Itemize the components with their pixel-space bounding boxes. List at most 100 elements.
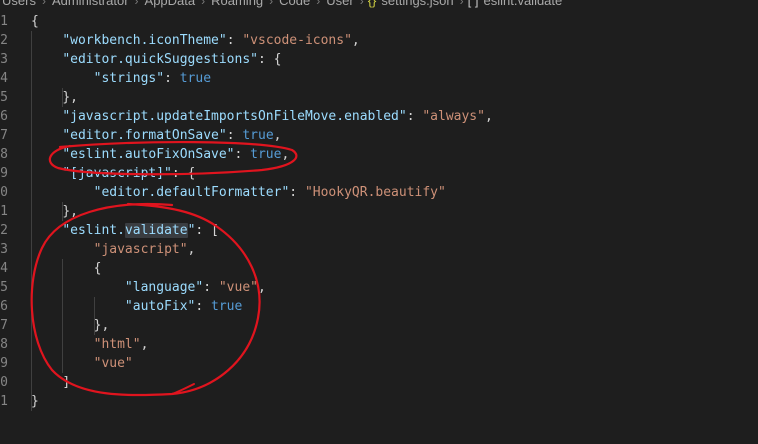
line-number: 20 <box>0 375 8 390</box>
code-token: }, <box>62 90 78 105</box>
chevron-right-icon: › <box>269 0 274 8</box>
code-text[interactable]: ] <box>31 373 70 392</box>
line-number: 11 <box>0 204 8 219</box>
code-line[interactable]: 14 { <box>0 259 758 278</box>
code-text[interactable]: "[javascript]": { <box>31 164 195 183</box>
code-token: , <box>281 147 290 162</box>
code-line[interactable]: 20 ] <box>0 373 758 392</box>
code-token: "editor.quickSuggestions" <box>62 52 258 67</box>
code-text[interactable]: } <box>31 392 39 411</box>
chevron-right-icon: › <box>134 0 139 8</box>
code-text[interactable]: "language": "vue", <box>31 278 266 297</box>
code-text[interactable]: "javascript", <box>31 240 196 259</box>
code-text[interactable]: { <box>31 12 39 31</box>
code-line[interactable]: 7 "editor.formatOnSave": true, <box>0 126 758 145</box>
code-text[interactable]: }, <box>31 202 78 221</box>
code-token: : { <box>257 52 282 67</box>
code-line[interactable]: 15 "language": "vue", <box>0 278 758 297</box>
code-line[interactable]: 19 "vue" <box>0 354 758 373</box>
code-token: : [ <box>195 223 219 238</box>
line-number: 17 <box>0 318 8 333</box>
breadcrumb-item-administrator[interactable]: Administrator <box>50 0 131 9</box>
code-line[interactable]: 10 "editor.defaultFormatter": "HookyQR.b… <box>0 183 758 202</box>
breadcrumb-item-users[interactable]: Users <box>0 0 38 9</box>
code-token: "javascript.updateImportsOnFileMove.enab… <box>62 109 407 124</box>
code-text[interactable]: }, <box>31 88 78 107</box>
breadcrumb-item-code[interactable]: Code <box>277 0 312 9</box>
code-token: "strings" <box>93 71 165 86</box>
line-number: 6 <box>0 109 8 124</box>
line-number: 18 <box>0 337 8 352</box>
code-token: : <box>226 33 243 48</box>
code-text[interactable]: "editor.formatOnSave": true, <box>31 126 281 145</box>
code-line[interactable]: 5 }, <box>0 88 758 107</box>
code-line[interactable]: 3 "editor.quickSuggestions": { <box>0 50 758 69</box>
code-editor[interactable]: Users › Administrator › AppData › Roamin… <box>0 0 758 444</box>
array-symbol-icon: [ ] <box>467 0 479 8</box>
code-line[interactable]: 17 }, <box>0 316 758 335</box>
code-token: "always" <box>422 109 485 124</box>
code-text[interactable]: "eslint.validate": [ <box>31 221 219 240</box>
code-line[interactable]: 4 "strings": true <box>0 69 758 88</box>
code-line[interactable]: 12 "eslint.validate": [ <box>0 221 758 240</box>
code-token: : <box>289 185 305 200</box>
line-number: 8 <box>0 147 8 162</box>
code-line[interactable]: 2 "workbench.iconTheme": "vscode-icons", <box>0 31 758 50</box>
code-text[interactable]: "editor.defaultFormatter": "HookyQR.beau… <box>31 183 446 202</box>
code-line[interactable]: 9 "[javascript]": { <box>0 164 758 183</box>
code-line[interactable]: 8 "eslint.autoFixOnSave": true, <box>0 145 758 164</box>
code-text[interactable]: "autoFix": true <box>31 297 242 316</box>
code-text[interactable]: "workbench.iconTheme": "vscode-icons", <box>31 31 360 50</box>
code-text[interactable]: "html", <box>31 335 149 354</box>
line-number: 21 <box>0 394 8 409</box>
code-text[interactable]: }, <box>31 316 110 335</box>
line-number: 14 <box>0 261 8 276</box>
breadcrumb-item-user[interactable]: User <box>324 0 355 9</box>
line-number: 3 <box>0 52 8 67</box>
breadcrumb-item-file[interactable]: settings.json <box>379 0 455 9</box>
chevron-right-icon: › <box>201 0 206 8</box>
breadcrumb-item-roaming[interactable]: Roaming <box>209 0 265 9</box>
code-text[interactable]: "javascript.updateImportsOnFileMove.enab… <box>31 107 492 126</box>
code-text[interactable]: "vue" <box>31 354 133 373</box>
code-text[interactable]: "editor.quickSuggestions": { <box>31 50 281 69</box>
chevron-right-icon: › <box>459 0 464 8</box>
breadcrumb-item-symbol[interactable]: eslint.validate <box>481 0 564 9</box>
code-line[interactable]: 13 "javascript", <box>0 240 758 259</box>
code-token: : <box>164 71 180 86</box>
code-text[interactable]: "eslint.autoFixOnSave": true, <box>31 145 289 164</box>
line-number: 12 <box>0 223 8 238</box>
code-token: : <box>195 299 212 314</box>
code-line[interactable]: 11 }, <box>0 202 758 221</box>
code-token: , <box>351 33 360 48</box>
code-line[interactable]: 6 "javascript.updateImportsOnFileMove.en… <box>0 107 758 126</box>
line-number: 15 <box>0 280 8 295</box>
code-token: , <box>140 337 149 352</box>
code-line[interactable]: 1{ <box>0 12 758 31</box>
line-number: 16 <box>0 299 8 314</box>
code-line[interactable]: 21} <box>0 392 758 411</box>
chevron-right-icon: › <box>359 0 364 8</box>
code-token: } <box>31 394 39 409</box>
code-token: validate <box>124 223 188 238</box>
code-token: { <box>31 14 39 29</box>
code-line[interactable]: 18 "html", <box>0 335 758 354</box>
code-token: : <box>406 109 423 124</box>
breadcrumb-item-appdata[interactable]: AppData <box>143 0 198 9</box>
breadcrumb: Users › Administrator › AppData › Roamin… <box>0 0 564 9</box>
code-line[interactable]: 16 "autoFix": true <box>0 297 758 316</box>
code-text[interactable]: { <box>31 259 102 278</box>
code-text[interactable]: "strings": true <box>31 69 211 88</box>
code-lines[interactable]: 1{2 "workbench.iconTheme": "vscode-icons… <box>0 12 758 411</box>
